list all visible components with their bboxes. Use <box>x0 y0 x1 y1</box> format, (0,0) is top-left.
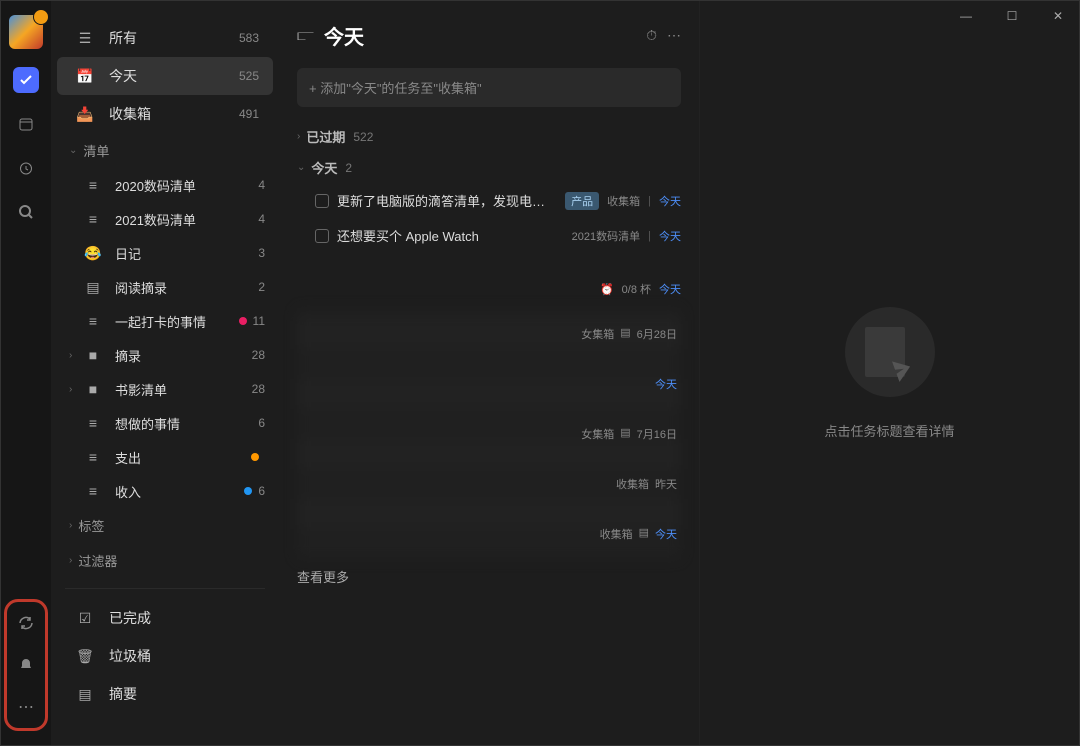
task-row[interactable]: 更新了电脑版的滴答清单，发现电脑版的也改 产品 收集箱 | 今天 <box>297 183 681 218</box>
blurred-tasks <box>297 309 681 559</box>
group-today[interactable]: ⌄ 今天 2 <box>297 152 681 183</box>
list-icon: ▤ <box>83 279 103 296</box>
list-icon: ☰ <box>75 30 95 47</box>
list-item-6[interactable]: ›■ 书影清单 28 <box>51 372 279 406</box>
smart-list-1[interactable]: 📅 今天 525 <box>57 57 273 95</box>
footer-item-1[interactable]: 🗑 垃圾桶 <box>57 637 273 675</box>
chevron-down-icon: ⌄ <box>297 162 305 173</box>
empty-state-icon <box>845 307 935 397</box>
list-item-1[interactable]: ≡ 2021数码清单 4 <box>51 202 279 236</box>
list-icon: ≡ <box>83 313 103 329</box>
list-icon: ≡ <box>83 177 103 193</box>
footer-item-0[interactable]: ☑ 已完成 <box>57 599 273 637</box>
task-checkbox[interactable] <box>315 194 329 208</box>
footer-icon: ☑ <box>75 610 95 627</box>
list-icon: ■ <box>83 347 103 363</box>
main: ⫍ 今天 ⏱ ⋯ + 添加"今天"的任务至"收集箱" › 已过期 522 ⌄ 今… <box>279 1 1079 745</box>
more-icon[interactable]: ⋯ <box>667 27 681 44</box>
section-lists[interactable]: ⌄ 清单 <box>51 133 279 168</box>
task-panel: ⫍ 今天 ⏱ ⋯ + 添加"今天"的任务至"收集箱" › 已过期 522 ⌄ 今… <box>279 1 699 745</box>
maximize-button[interactable]: ☐ <box>990 0 1034 32</box>
add-task-input[interactable]: + 添加"今天"的任务至"收集箱" <box>297 68 681 107</box>
minimize-button[interactable]: — <box>944 0 988 32</box>
section-label: 清单 <box>83 141 109 160</box>
list-icon: ≡ <box>83 449 103 465</box>
list-item-9[interactable]: ≡ 收入 6 <box>51 474 279 508</box>
alarm-icon: ⏰ <box>600 283 614 296</box>
color-dot <box>244 487 252 495</box>
empty-state-text: 点击任务标题查看详情 <box>824 421 954 440</box>
list-icon: 📅 <box>75 68 95 85</box>
close-window-button[interactable]: ✕ <box>1036 0 1080 32</box>
list-icon: 😂 <box>83 245 103 262</box>
list-item-5[interactable]: ›■ 摘录 28 <box>51 338 279 372</box>
panel-title: 今天 <box>324 21 636 50</box>
list-item-8[interactable]: ≡ 支出 <box>51 440 279 474</box>
activity-bar-bottom: ⋯ <box>4 599 48 731</box>
calendar-view-icon[interactable] <box>13 111 39 137</box>
chevron-down-icon: ⌄ <box>69 145 77 156</box>
list-item-7[interactable]: ≡ 想做的事情 6 <box>51 406 279 440</box>
list-icon: ≡ <box>83 415 103 431</box>
sync-icon[interactable] <box>13 610 39 636</box>
pomo-view-icon[interactable] <box>13 155 39 181</box>
list-icon: ■ <box>83 381 103 397</box>
color-dot <box>239 317 247 325</box>
detail-panel: 点击任务标题查看详情 <box>699 1 1079 745</box>
list-item-3[interactable]: ▤ 阅读摘录 2 <box>51 270 279 304</box>
divider <box>65 588 265 589</box>
list-icon: ≡ <box>83 211 103 227</box>
list-item-0[interactable]: ≡ 2020数码清单 4 <box>51 168 279 202</box>
task-row[interactable]: 还想要买个 Apple Watch 2021数码清单 | 今天 <box>297 218 681 253</box>
more-icon[interactable]: ⋯ <box>13 694 39 720</box>
task-header: ⫍ 今天 ⏱ ⋯ <box>297 21 681 50</box>
footer-icon: ▤ <box>75 686 95 703</box>
collapse-icon[interactable]: ⫍ <box>297 27 314 45</box>
footer-item-2[interactable]: ▤ 摘要 <box>57 675 273 713</box>
habit-row[interactable]: ⏰ 0/8 杯 今天 <box>297 253 681 305</box>
sidebar: ☰ 所有 583📅 今天 525📥 收集箱 491 ⌄ 清单 ≡ 2020数码清… <box>51 1 279 745</box>
smart-list-2[interactable]: 📥 收集箱 491 <box>57 95 273 133</box>
list-icon: 📥 <box>75 106 95 123</box>
section-filters[interactable]: › 过滤器 <box>51 543 279 578</box>
search-icon[interactable] <box>13 199 39 225</box>
footer-icon: 🗑 <box>75 648 95 665</box>
task-tag[interactable]: 产品 <box>565 192 599 210</box>
tasks-view-icon[interactable] <box>13 67 39 93</box>
sort-icon[interactable]: ⏱ <box>646 27 657 44</box>
chevron-right-icon: › <box>69 555 72 566</box>
notification-badge <box>33 9 49 25</box>
chevron-right-icon: › <box>69 520 72 531</box>
color-dot <box>251 453 259 461</box>
avatar[interactable] <box>9 15 43 49</box>
list-icon: ≡ <box>83 483 103 499</box>
view-more-button[interactable]: 查看更多 <box>297 559 681 594</box>
task-checkbox[interactable] <box>315 229 329 243</box>
bell-icon[interactable] <box>13 652 39 678</box>
section-tags[interactable]: › 标签 <box>51 508 279 543</box>
activity-bar: ⋯ <box>1 1 51 745</box>
group-overdue[interactable]: › 已过期 522 <box>297 121 681 152</box>
smart-list-0[interactable]: ☰ 所有 583 <box>57 19 273 57</box>
list-item-4[interactable]: ≡ 一起打卡的事情 11 <box>51 304 279 338</box>
chevron-right-icon: › <box>297 131 300 142</box>
list-item-2[interactable]: 😂 日记 3 <box>51 236 279 270</box>
